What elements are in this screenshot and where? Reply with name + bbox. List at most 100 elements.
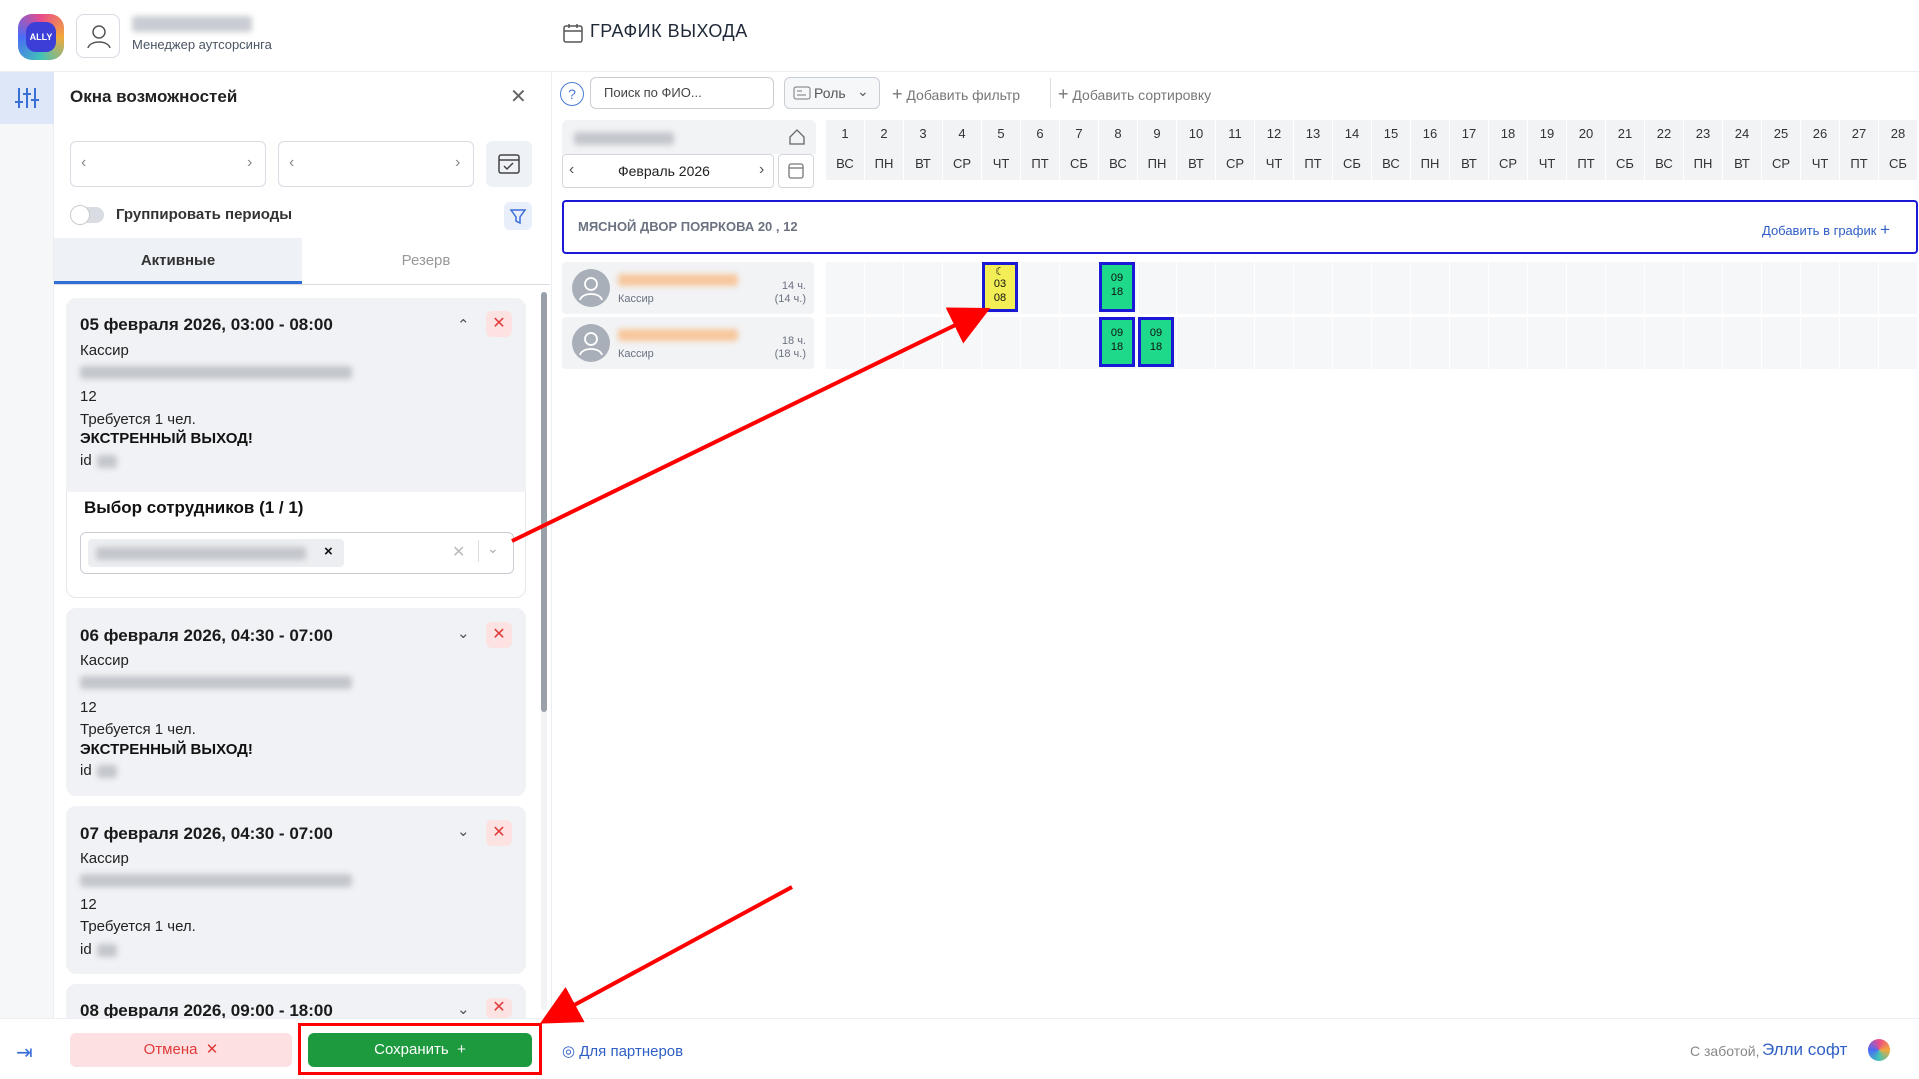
schedule-cell[interactable] [1021,317,1059,369]
schedule-cell[interactable] [1255,317,1293,369]
schedule-cell[interactable] [1411,262,1449,314]
schedule-cell[interactable] [1489,317,1527,369]
tab-reserve[interactable]: Резерв [302,252,550,269]
schedule-cell[interactable] [1255,262,1293,314]
schedule-cell[interactable] [1840,317,1878,369]
chevron-left-icon[interactable]: ‹ [81,154,86,172]
selected-employee-tag[interactable]: × [88,539,344,567]
employee-row[interactable]: Кассир 18 ч. (18 ч.) [562,317,814,369]
schedule-cell[interactable] [1489,262,1527,314]
schedule-cell[interactable] [1372,317,1410,369]
schedule-cell[interactable] [1801,317,1839,369]
schedule-cell[interactable] [1723,317,1761,369]
schedule-cell[interactable] [1060,317,1098,369]
chevron-right-icon[interactable]: › [759,161,764,179]
location-selector[interactable] [562,120,816,154]
schedule-cell[interactable] [1879,317,1917,369]
schedule-cell[interactable] [1528,317,1566,369]
chevron-right-icon[interactable]: › [247,154,252,172]
chevron-down-icon[interactable]: ⌄ [457,624,470,642]
schedule-cell[interactable] [1450,262,1488,314]
schedule-cell[interactable] [1723,262,1761,314]
schedule-cell[interactable] [1606,317,1644,369]
schedule-cell[interactable] [1216,317,1254,369]
delete-card-button[interactable]: ✕ [486,998,512,1018]
app-logo[interactable]: ALLY [18,14,64,60]
add-filter-button[interactable]: + Добавить фильтр [892,84,1020,105]
home-icon[interactable] [788,128,806,146]
brand-link[interactable]: Элли софт [1762,1040,1847,1060]
date-from-input[interactable]: ‹ › [70,141,266,187]
schedule-cell[interactable] [1762,317,1800,369]
schedule-cell[interactable] [865,262,903,314]
add-to-schedule-button[interactable]: Добавить в график + [1762,220,1890,240]
schedule-cell[interactable] [1450,317,1488,369]
schedule-cell[interactable] [1294,317,1332,369]
delete-card-button[interactable]: ✕ [486,311,512,337]
partners-link[interactable]: ◎ Для партнеров [562,1042,683,1060]
shift-block[interactable]: 09 18 [1138,317,1174,367]
schedule-cell[interactable] [982,317,1020,369]
plus-icon: + [1058,84,1069,104]
schedule-cell[interactable] [904,262,942,314]
schedule-cell[interactable] [1411,317,1449,369]
calendar-picker-button[interactable] [486,141,532,187]
chevron-left-icon[interactable]: ‹ [289,154,294,172]
shift-block[interactable]: 09 18 [1099,262,1135,312]
schedule-cell[interactable] [943,317,981,369]
rail-opportunities-button[interactable] [0,72,54,124]
schedule-cell[interactable] [826,262,864,314]
scrollbar-thumb[interactable] [541,292,547,712]
schedule-cell[interactable] [1021,262,1059,314]
filter-button[interactable] [504,202,532,230]
shift-block[interactable]: 09 18 [1099,317,1135,367]
schedule-cell[interactable] [1606,262,1644,314]
chevron-down-icon[interactable]: ⌄ [457,1000,470,1018]
schedule-cell[interactable] [1645,262,1683,314]
schedule-cell[interactable] [904,317,942,369]
chevron-up-icon[interactable]: ⌃ [457,316,470,334]
schedule-cell[interactable] [1177,317,1215,369]
schedule-cell[interactable] [1684,262,1722,314]
schedule-cell[interactable] [1372,262,1410,314]
schedule-cell[interactable] [1567,262,1605,314]
clear-select-icon[interactable]: ✕ [452,542,465,562]
tab-active-label[interactable]: Активные [54,252,302,269]
schedule-cell[interactable] [1762,262,1800,314]
exit-icon[interactable]: ⇥ [16,1040,33,1065]
schedule-cell[interactable] [1684,317,1722,369]
chevron-left-icon[interactable]: ‹ [569,161,574,179]
add-sort-button[interactable]: + Добавить сортировку [1058,84,1211,105]
schedule-cell[interactable] [1567,317,1605,369]
chevron-right-icon[interactable]: › [455,154,460,172]
schedule-cell[interactable] [943,262,981,314]
schedule-cell[interactable] [826,317,864,369]
remove-tag-icon[interactable]: × [324,543,333,560]
shift-block[interactable]: ☾ 03 08 [982,262,1018,312]
schedule-cell[interactable] [1333,262,1371,314]
chevron-down-icon[interactable]: ⌄ [457,822,470,840]
schedule-cell[interactable] [1138,262,1176,314]
month-calendar-button[interactable] [778,154,814,188]
schedule-cell[interactable] [1216,262,1254,314]
chevron-down-icon[interactable]: ⌄ [487,540,499,557]
schedule-cell[interactable] [1294,262,1332,314]
user-avatar[interactable] [76,14,120,58]
schedule-cell[interactable] [1840,262,1878,314]
cancel-button[interactable]: Отмена ✕ [70,1033,292,1067]
schedule-cell[interactable] [1060,262,1098,314]
schedule-cell[interactable] [1528,262,1566,314]
date-to-input[interactable]: ‹ › [278,141,474,187]
close-icon[interactable]: ✕ [510,84,527,109]
delete-card-button[interactable]: ✕ [486,820,512,846]
schedule-cell[interactable] [1177,262,1215,314]
toggle-knob[interactable] [70,205,90,225]
employee-row[interactable]: Кассир 14 ч. (14 ч.) [562,262,814,314]
schedule-cell[interactable] [1333,317,1371,369]
schedule-cell[interactable] [1879,262,1917,314]
schedule-cell[interactable] [1645,317,1683,369]
help-icon[interactable]: ? [560,82,584,106]
delete-card-button[interactable]: ✕ [486,622,512,648]
schedule-cell[interactable] [865,317,903,369]
schedule-cell[interactable] [1801,262,1839,314]
